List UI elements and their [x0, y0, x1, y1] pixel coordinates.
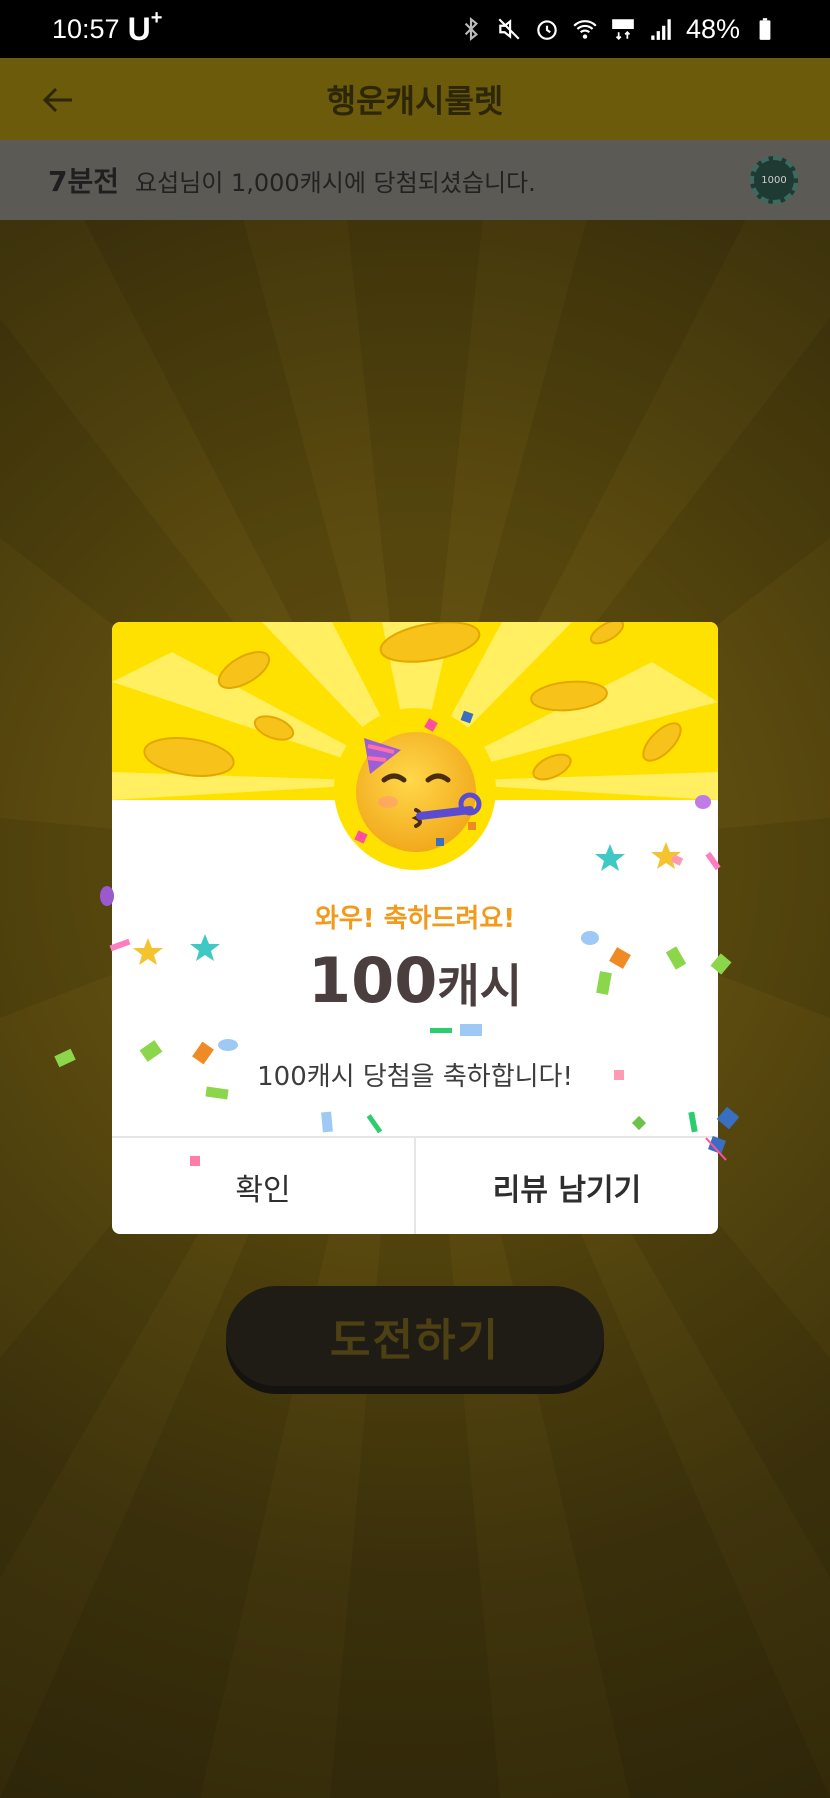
status-bar: 10:57 U+ 48%	[0, 0, 830, 58]
page-title: 행운캐시룰렛	[326, 82, 504, 120]
carrier-label: U+	[127, 6, 163, 47]
reward-amount-unit: 캐시	[437, 959, 523, 1013]
modal-subtitle: 와우! 축하드려요!	[314, 904, 516, 934]
modal-description: 100캐시 당첨을 축하합니다!	[257, 1062, 573, 1092]
status-time: 10:57	[52, 13, 120, 44]
reward-modal: 와우! 축하드려요! 100캐시 100캐시 당첨을 축하합니다! 확인 리뷰 …	[112, 622, 718, 1234]
reward-amount-number: 100	[307, 944, 438, 1017]
app-bar: 행운캐시룰렛	[0, 58, 830, 140]
signal-icon	[651, 19, 671, 40]
alarm-icon	[537, 20, 557, 40]
winner-ticker: 7분전 요섭님이 1,000캐시에 당첨되셨습니다. 1000	[0, 140, 830, 220]
arrow-left-icon[interactable]	[38, 80, 78, 120]
ticker-time-ago: 7분전	[48, 165, 120, 198]
challenge-button[interactable]: 도전하기	[226, 1286, 604, 1386]
leave-review-button[interactable]: 리뷰 남기기	[414, 1138, 718, 1234]
battery-percentage: 48%	[685, 13, 740, 44]
partying-face-icon	[356, 732, 482, 852]
confirm-button[interactable]: 확인	[112, 1138, 414, 1234]
reward-amount: 100캐시	[112, 944, 718, 1017]
mute-icon	[498, 18, 520, 40]
battery-icon	[759, 18, 771, 40]
modal-actions: 확인 리뷰 남기기	[112, 1136, 718, 1234]
lte-icon	[612, 19, 634, 40]
ticker-message: 요섭님이 1,000캐시에 당첨되셨습니다.	[135, 168, 536, 197]
wifi-icon	[573, 20, 597, 39]
bluetooth-icon	[464, 16, 478, 42]
chip-icon: 1000	[750, 156, 798, 204]
challenge-button-label: 도전하기	[330, 1315, 500, 1366]
